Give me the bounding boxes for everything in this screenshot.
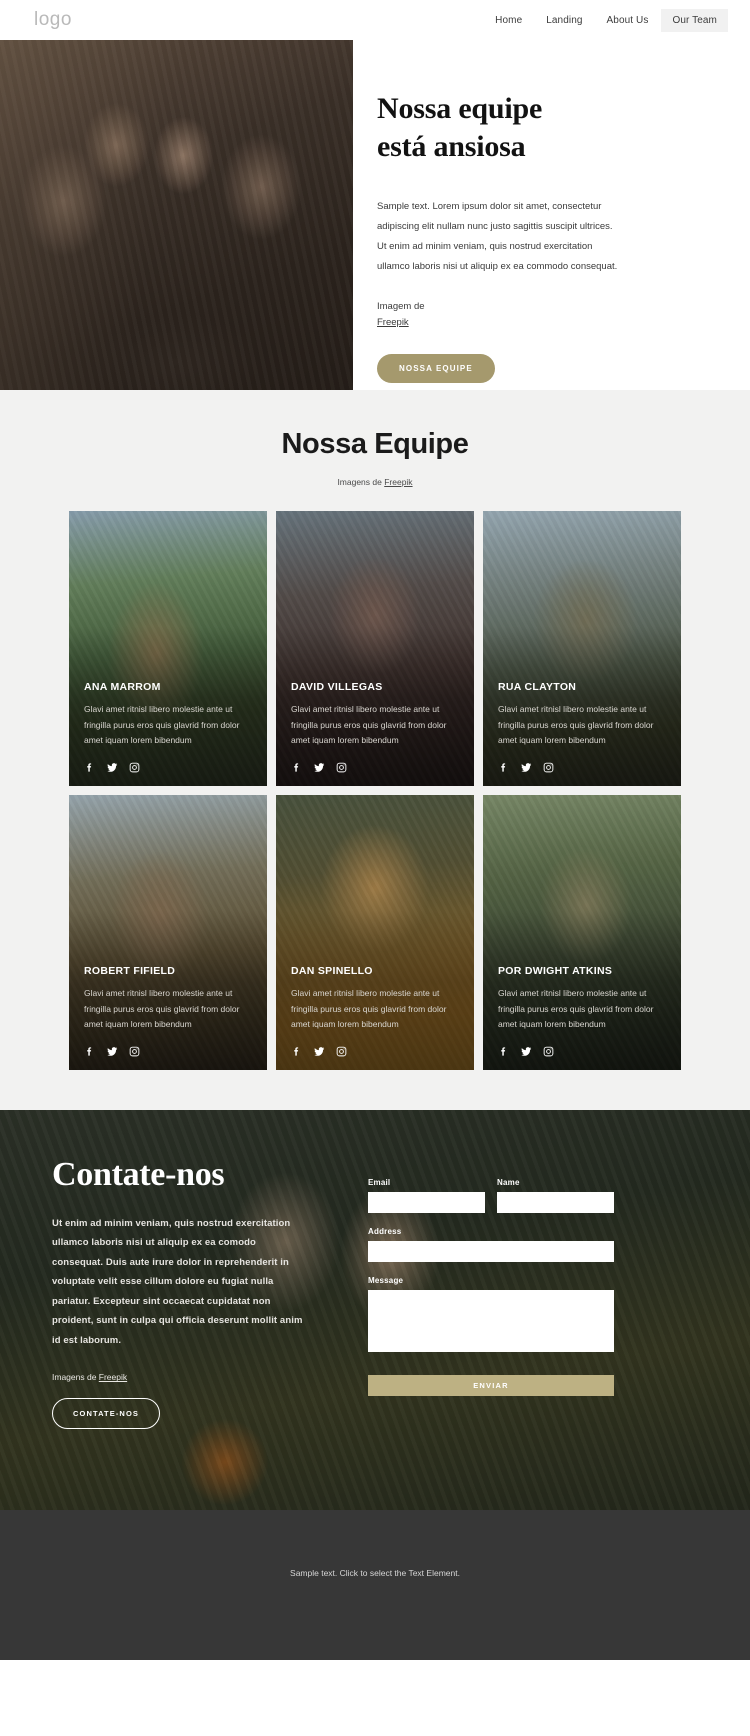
hero-content: Nossa equipe está ansiosa Sample text. L…: [353, 40, 750, 390]
contact-title: Contate-nos: [52, 1156, 225, 1193]
email-label: Email: [368, 1178, 391, 1187]
hero-credit-link[interactable]: Freepik: [377, 315, 409, 332]
team-card[interactable]: RUA CLAYTON Glavi amet ritnisl libero mo…: [483, 511, 681, 786]
team-card-socials: [291, 1046, 462, 1057]
twitter-icon[interactable]: [313, 762, 325, 773]
hero-paragraph: Sample text. Lorem ipsum dolor sit amet,…: [377, 200, 618, 272]
team-card-socials: [84, 762, 255, 773]
hero-image-texture: [0, 40, 353, 390]
footer-text[interactable]: Sample text. Click to select the Text El…: [290, 1568, 460, 1578]
instagram-icon[interactable]: [129, 762, 140, 773]
facebook-icon[interactable]: [498, 1046, 509, 1057]
address-input[interactable]: [368, 1241, 614, 1262]
instagram-icon[interactable]: [543, 1046, 554, 1057]
team-member-name: ROBERT FIFIELD: [84, 964, 176, 977]
nav-item-landing[interactable]: Landing: [535, 9, 593, 32]
site-logo[interactable]: logo: [34, 9, 72, 31]
team-card-socials: [498, 762, 669, 773]
team-member-description: Glavi amet ritnisl libero molestie ante …: [84, 703, 240, 746]
main-navigation: Home Landing About Us Our Team: [484, 8, 728, 32]
contact-credit-link[interactable]: Freepik: [99, 1372, 127, 1382]
contact-inner: Contate-nos Ut enim ad minim veniam, qui…: [0, 1110, 750, 1430]
twitter-icon[interactable]: [520, 1046, 532, 1057]
twitter-icon[interactable]: [106, 1046, 118, 1057]
facebook-icon[interactable]: [84, 1046, 95, 1057]
contact-form: Email Name Address Message ENVIAR: [368, 1156, 614, 1429]
contact-cta-button[interactable]: CONTATE-NOS: [52, 1398, 160, 1430]
hero-section: Nossa equipe está ansiosa Sample text. L…: [0, 40, 750, 390]
facebook-icon[interactable]: [291, 1046, 302, 1057]
email-input[interactable]: [368, 1192, 485, 1213]
team-card[interactable]: ANA MARROM Glavi amet ritnisl libero mol…: [69, 511, 267, 786]
contact-image-credit: Imagens de Freepik: [52, 1372, 348, 1382]
team-member-name: DAVID VILLEGAS: [291, 680, 383, 693]
team-card[interactable]: DAN SPINELLO Glavi amet ritnisl libero m…: [276, 795, 474, 1070]
team-section-title: Nossa Equipe: [281, 428, 469, 460]
team-grid: ANA MARROM Glavi amet ritnisl libero mol…: [69, 511, 681, 1070]
name-input[interactable]: [497, 1192, 614, 1213]
hero-cta-button[interactable]: NOSSA EQUIPE: [377, 353, 495, 383]
name-label: Name: [497, 1178, 520, 1187]
team-member-description: Glavi amet ritnisl libero molestie ante …: [291, 703, 447, 746]
contact-content: Contate-nos Ut enim ad minim veniam, qui…: [52, 1156, 348, 1430]
twitter-icon[interactable]: [313, 1046, 325, 1057]
instagram-icon[interactable]: [336, 762, 347, 773]
message-label: Message: [368, 1276, 404, 1285]
team-member-name: ANA MARROM: [84, 680, 161, 693]
facebook-icon[interactable]: [291, 762, 302, 773]
team-card-body: DAVID VILLEGAS Glavi amet ritnisl libero…: [291, 681, 462, 773]
team-card-body: POR DWIGHT ATKINS Glavi amet ritnisl lib…: [498, 965, 669, 1057]
instagram-icon[interactable]: [543, 762, 554, 773]
team-member-description: Glavi amet ritnisl libero molestie ante …: [84, 987, 240, 1030]
twitter-icon[interactable]: [520, 762, 532, 773]
hero-image: [0, 40, 353, 390]
nav-item-our-team[interactable]: Our Team: [661, 8, 728, 32]
address-label: Address: [368, 1227, 402, 1236]
facebook-icon[interactable]: [84, 762, 95, 773]
team-card-body: RUA CLAYTON Glavi amet ritnisl libero mo…: [498, 681, 669, 773]
email-field-group: Email: [368, 1178, 485, 1213]
team-member-name: RUA CLAYTON: [498, 680, 577, 693]
team-section: Nossa Equipe Imagens de Freepik ANA MARR…: [0, 390, 750, 1110]
team-card-socials: [84, 1046, 255, 1057]
contact-credit-label: Imagens de: [52, 1372, 99, 1383]
form-row-email-name: Email Name: [368, 1178, 614, 1227]
team-credit-label: Imagens de: [337, 477, 385, 487]
facebook-icon[interactable]: [498, 762, 509, 773]
team-member-name: POR DWIGHT ATKINS: [498, 964, 613, 977]
name-field-group: Name: [497, 1178, 614, 1213]
team-card-body: DAN SPINELLO Glavi amet ritnisl libero m…: [291, 965, 462, 1057]
team-card-socials: [291, 762, 462, 773]
contact-paragraph: Ut enim ad minim veniam, quis nostrud ex…: [52, 1218, 303, 1346]
message-field-group: Message: [368, 1276, 614, 1357]
address-field-group: Address: [368, 1227, 614, 1262]
site-header: logo Home Landing About Us Our Team: [0, 0, 750, 40]
team-member-description: Glavi amet ritnisl libero molestie ante …: [498, 987, 654, 1030]
hero-image-credit: Imagem de Freepik: [377, 299, 710, 332]
hero-title-line-2: está ansiosa: [377, 130, 526, 164]
submit-button[interactable]: ENVIAR: [368, 1375, 614, 1396]
team-card[interactable]: DAVID VILLEGAS Glavi amet ritnisl libero…: [276, 511, 474, 786]
twitter-icon[interactable]: [106, 762, 118, 773]
hero-title-line-1: Nossa equipe: [377, 92, 543, 125]
team-image-credit: Imagens de Freepik: [0, 477, 750, 487]
team-member-name: DAN SPINELLO: [291, 964, 373, 977]
hero-credit-label: Imagem de: [377, 300, 425, 312]
instagram-icon[interactable]: [336, 1046, 347, 1057]
team-credit-link[interactable]: Freepik: [384, 477, 412, 487]
message-textarea[interactable]: [368, 1290, 614, 1352]
contact-section: Contate-nos Ut enim ad minim veniam, qui…: [0, 1110, 750, 1510]
nav-item-about-us[interactable]: About Us: [596, 9, 660, 32]
instagram-icon[interactable]: [129, 1046, 140, 1057]
site-footer: Sample text. Click to select the Text El…: [0, 1510, 750, 1660]
team-card[interactable]: POR DWIGHT ATKINS Glavi amet ritnisl lib…: [483, 795, 681, 1070]
nav-item-home[interactable]: Home: [484, 9, 533, 32]
team-member-description: Glavi amet ritnisl libero molestie ante …: [498, 703, 654, 746]
hero-title: Nossa equipe está ansiosa: [377, 90, 710, 167]
team-card[interactable]: ROBERT FIFIELD Glavi amet ritnisl libero…: [69, 795, 267, 1070]
team-card-socials: [498, 1046, 669, 1057]
team-member-description: Glavi amet ritnisl libero molestie ante …: [291, 987, 447, 1030]
team-card-body: ROBERT FIFIELD Glavi amet ritnisl libero…: [84, 965, 255, 1057]
team-card-body: ANA MARROM Glavi amet ritnisl libero mol…: [84, 681, 255, 773]
